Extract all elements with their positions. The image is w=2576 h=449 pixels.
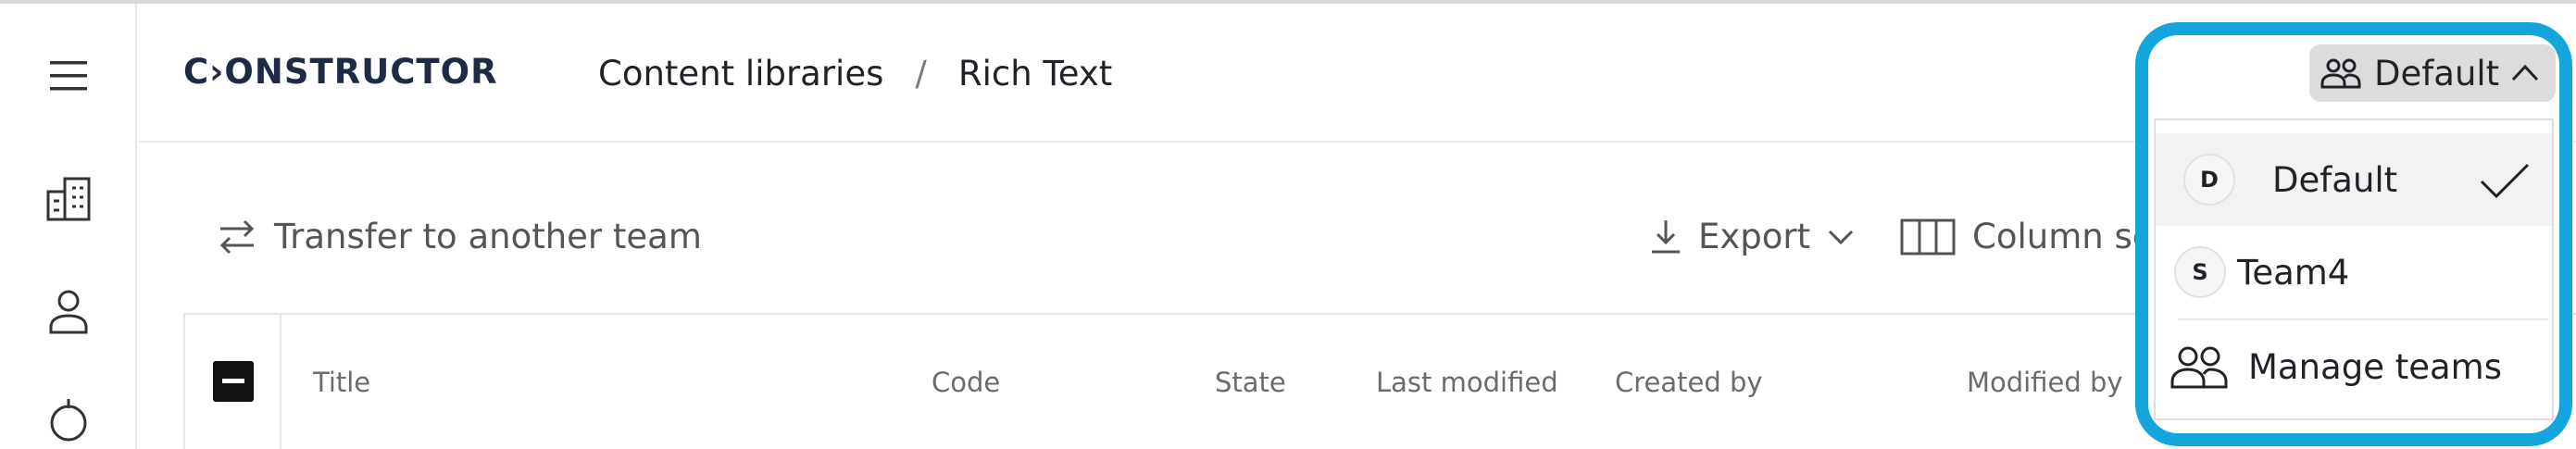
team-option-team4[interactable]: S Team4 bbox=[2156, 226, 2552, 318]
team-icon bbox=[2170, 346, 2228, 389]
transfer-team-label: Transfer to another team bbox=[274, 217, 702, 256]
nav-organizations-button[interactable] bbox=[35, 165, 102, 231]
team-option-default[interactable]: D Default bbox=[2156, 133, 2552, 226]
team-option-label: Default bbox=[2272, 159, 2398, 200]
nav-profile-button[interactable] bbox=[35, 278, 102, 344]
column-settings-label: Column se bbox=[1972, 217, 2154, 256]
team-avatar: D bbox=[2183, 154, 2235, 206]
constructor-logo[interactable]: C›ONSTRUCTOR bbox=[183, 52, 498, 92]
team-dropdown-menu: D Default S Team4 Manage teams bbox=[2154, 118, 2554, 420]
menu-button[interactable] bbox=[35, 43, 102, 109]
manage-teams-option[interactable]: Manage teams bbox=[2156, 320, 2552, 413]
select-all-checkbox[interactable] bbox=[213, 361, 254, 402]
team-option-label: Team4 bbox=[2237, 252, 2350, 293]
breadcrumb-rich-text: Rich Text bbox=[957, 54, 1113, 94]
download-icon bbox=[1652, 219, 1680, 253]
nav-integrations-button[interactable] bbox=[35, 385, 102, 449]
transfer-arrows-icon bbox=[219, 219, 255, 254]
export-label: Export bbox=[1698, 217, 1811, 256]
team-icon bbox=[2320, 58, 2361, 89]
team-switcher-label: Default bbox=[2374, 53, 2500, 94]
select-all-cell bbox=[185, 315, 281, 449]
manage-teams-label: Manage teams bbox=[2248, 346, 2502, 387]
team-switcher-button[interactable]: Default bbox=[2309, 44, 2556, 102]
column-settings-button[interactable]: Column se bbox=[1900, 217, 2154, 256]
breadcrumb: Content libraries / Rich Text bbox=[598, 54, 1112, 94]
transfer-team-button[interactable]: Transfer to another team bbox=[217, 217, 702, 256]
breadcrumb-content-libraries[interactable]: Content libraries bbox=[598, 54, 883, 94]
column-header-created-by[interactable]: Created by bbox=[1615, 367, 1763, 398]
column-header-code[interactable]: Code bbox=[932, 367, 1000, 398]
hamburger-icon bbox=[50, 61, 87, 91]
left-nav-rail bbox=[0, 4, 137, 449]
chevron-up-icon bbox=[2511, 64, 2539, 81]
breadcrumb-separator: / bbox=[915, 54, 927, 94]
column-header-modified-by[interactable]: Modified by bbox=[1967, 367, 2123, 398]
column-header-state[interactable]: State bbox=[1215, 367, 1286, 398]
column-header-title[interactable]: Title bbox=[313, 367, 370, 398]
columns-icon bbox=[1900, 218, 1956, 255]
export-button[interactable]: Export bbox=[1650, 217, 1855, 256]
team-avatar: S bbox=[2174, 246, 2226, 298]
target-icon bbox=[50, 399, 87, 442]
chevron-down-icon bbox=[1829, 230, 1854, 244]
user-icon bbox=[49, 290, 88, 334]
column-header-last-modified[interactable]: Last modified bbox=[1376, 367, 1558, 398]
checkmark-icon bbox=[2480, 163, 2530, 199]
building-icon bbox=[46, 177, 91, 221]
